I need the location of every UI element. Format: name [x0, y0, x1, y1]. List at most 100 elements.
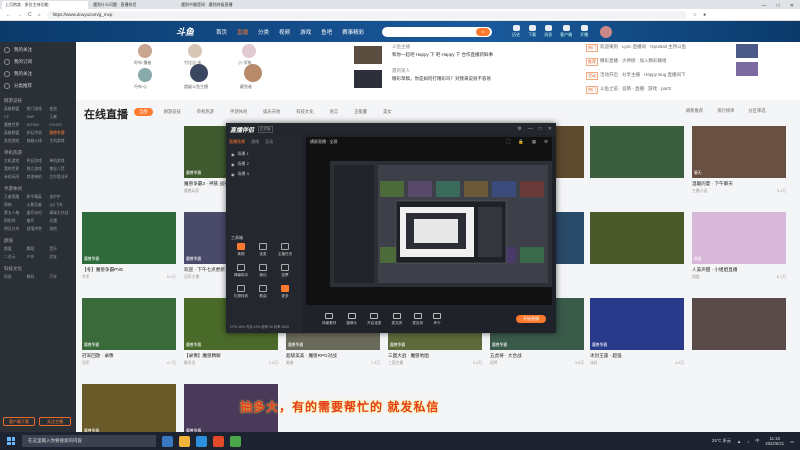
client-button[interactable]: 客户端 [560, 25, 572, 38]
site-search-input[interactable]: ⌕ [382, 26, 493, 37]
follow-streamer-button[interactable]: 关注主播 [39, 417, 71, 426]
live-card-thumbnail[interactable] [692, 298, 786, 350]
sidebar-category-link[interactable]: 音乐 [49, 247, 72, 252]
streamer-avatar[interactable] [138, 68, 152, 82]
nav-item[interactable]: 分类 [258, 28, 269, 36]
sidebar-category-link[interactable]: 我的世界 [4, 167, 27, 172]
live-card-title[interactable]: 【录像】魔兽精解 [184, 353, 278, 359]
app-tool-button[interactable]: 美颜 [230, 243, 252, 257]
live-card-streamer[interactable]: 解说员 [184, 361, 195, 366]
live-card[interactable]: 颜值 人美声甜 · 小姐姐直播 甜甜 6.1万 [692, 212, 786, 288]
app-maximize-icon[interactable]: □ [539, 126, 542, 132]
app-settings-icon[interactable]: ⚙ [517, 126, 521, 132]
nav-item[interactable]: 鱼吧 [321, 28, 332, 36]
sidebar-category-link[interactable]: 金铲铲 [49, 195, 72, 200]
live-card-title[interactable]: 人美声甜 · 小姐姐直播 [692, 267, 786, 273]
sidebar-category-link[interactable]: 光遇 [49, 219, 72, 224]
task-view-icon[interactable] [162, 435, 173, 447]
live-card-title[interactable]: 超级美美 · 魔兽RPG对战 [286, 353, 380, 359]
sidebar-category-link[interactable]: 英雄联盟 [4, 107, 27, 112]
file-explorer-icon[interactable] [179, 435, 190, 447]
sidebar-category-link[interactable]: 汽车 [49, 275, 72, 280]
filter-chip[interactable]: 语言 [325, 108, 344, 116]
sidebar-category-link[interactable]: QQ飞车 [49, 203, 72, 208]
home-icon[interactable]: ⌂ [38, 12, 41, 18]
nav-item-active[interactable]: 直播 [237, 28, 248, 36]
filter-chip[interactable]: 美女 [378, 108, 397, 116]
scene-item[interactable]: ◉ 场景 2 [226, 159, 302, 169]
app-tool-button[interactable]: 主播任务 [274, 243, 296, 257]
co-stream-button[interactable]: 开启连麦 [367, 312, 382, 326]
search-icon[interactable]: ⌕ [476, 27, 491, 36]
scene-item[interactable]: ◉ 场景 3 [226, 169, 302, 179]
live-card[interactable] [590, 212, 684, 288]
sidebar-category-link[interactable]: 永劫无间 [4, 175, 27, 180]
message-button[interactable]: 消息 [544, 25, 552, 38]
app-tab[interactable]: 游戏 [251, 139, 259, 145]
app-tool-button[interactable]: 礼物特效 [230, 285, 252, 299]
sidebar-item[interactable]: 我的订阅 [4, 56, 72, 68]
sidebar-category-link[interactable]: 其他 [49, 227, 72, 232]
sidebar-category-link[interactable]: 原神 [4, 203, 27, 208]
scene-item[interactable]: ◉ 场景 1 [226, 149, 302, 159]
live-card-thumbnail[interactable]: 颜值 [692, 212, 786, 264]
live-card-title[interactable]: 冠军回放 · 录像 [82, 353, 176, 359]
live-card-thumbnail[interactable]: 魔兽争霸 [82, 298, 176, 350]
live-card-streamer[interactable]: 冬冬 [82, 275, 90, 280]
app-tool-button[interactable]: 弹幕助手 [230, 264, 252, 278]
app-close-icon[interactable]: ✕ [548, 126, 552, 132]
volume-icon[interactable]: ♪ [747, 439, 749, 444]
live-card[interactable]: 聊天 温暖的夏 · 下午聊天 主播小温 3.1万 [692, 126, 786, 202]
app-tab[interactable]: 直播场景 [229, 139, 245, 145]
filter-chip[interactable]: 科技文化 [291, 108, 318, 116]
sidebar-category-link[interactable]: 魔兽争霸 [49, 131, 72, 136]
live-card[interactable] [590, 126, 684, 202]
sidebar-category-link[interactable]: 单机游戏 [49, 159, 72, 164]
sidebar-category-link[interactable]: 鬼谷八荒 [49, 167, 72, 172]
sidebar-category-link[interactable]: 交友 [49, 255, 72, 260]
browser-tab[interactable]: 上月热卖 · 多位主持功能 [2, 1, 88, 9]
live-card-streamer[interactable]: 虎将 [490, 361, 498, 366]
app-tool-button[interactable]: 投票 [274, 264, 296, 278]
sidebar-category-link[interactable]: 崩坏 [27, 219, 50, 224]
feed-image[interactable] [354, 70, 382, 88]
live-card-thumbnail[interactable] [590, 126, 684, 178]
live-card-thumbnail[interactable]: 魔兽争霸 [82, 384, 176, 432]
filter-chip[interactable]: 娱乐天地 [258, 108, 285, 116]
mic-button[interactable]: 麦克风 [392, 312, 402, 326]
sidebar-category-link[interactable]: DNF [27, 115, 50, 120]
site-logo[interactable]: 斗鱼 [176, 25, 206, 38]
mic-volume-button[interactable]: 麦克风 [412, 312, 423, 326]
settings-icon[interactable]: ⚙ [544, 139, 548, 145]
sidebar-category-link[interactable]: 颜值 [4, 247, 27, 252]
edge-browser-icon[interactable] [196, 435, 207, 447]
refresh-button[interactable]: 刷新推荐 [686, 108, 703, 114]
streamer-avatar[interactable] [188, 44, 202, 58]
sidebar-category-link[interactable]: 和平精英 [27, 195, 50, 200]
soundcard-button[interactable]: 声卡 [433, 312, 442, 326]
nav-item[interactable]: 视频 [279, 28, 290, 36]
clock[interactable]: 11:18 2022/6/21 [765, 436, 784, 446]
sidebar-category-link[interactable]: 炉石传说 [27, 131, 50, 136]
sidebar-category-link[interactable]: 二次元 [4, 255, 27, 260]
sidebar-category-link[interactable]: 穿越火线 [27, 139, 50, 144]
windows-start-icon[interactable] [4, 434, 18, 448]
rank-button[interactable]: 排行榜单 [717, 108, 734, 114]
input-method[interactable]: 中 [755, 438, 759, 444]
sidebar-category-link[interactable]: 其他游戏 [4, 139, 27, 144]
sidebar-category-link[interactable]: 王者荣耀 [4, 195, 27, 200]
wechat-icon[interactable] [230, 435, 241, 447]
sidebar-category-link[interactable]: 主机游戏 [4, 159, 27, 164]
sidebar-category-link[interactable]: 户外 [27, 255, 50, 260]
history-button[interactable]: 历史 [512, 25, 520, 38]
live-card-thumbnail[interactable]: 魔兽争霸 [590, 298, 684, 350]
nav-item[interactable]: 首页 [216, 28, 227, 36]
live-card-thumbnail[interactable]: 聊天 [692, 126, 786, 178]
sidebar-category-link[interactable]: 英雄联盟 [4, 131, 27, 136]
camera-button[interactable]: 摄像头 [346, 312, 357, 326]
live-card-title[interactable]: 五虎将 · 大合战 [490, 353, 584, 359]
sidebar-category-link[interactable]: CS:GO [49, 123, 72, 128]
sidebar-category-link[interactable]: 数码 [27, 275, 50, 280]
browser-tab[interactable]: 遇到中最是网 · 遇到终极直播 [178, 1, 264, 9]
live-card-streamer[interactable]: 魔兽玩家 [184, 189, 199, 194]
